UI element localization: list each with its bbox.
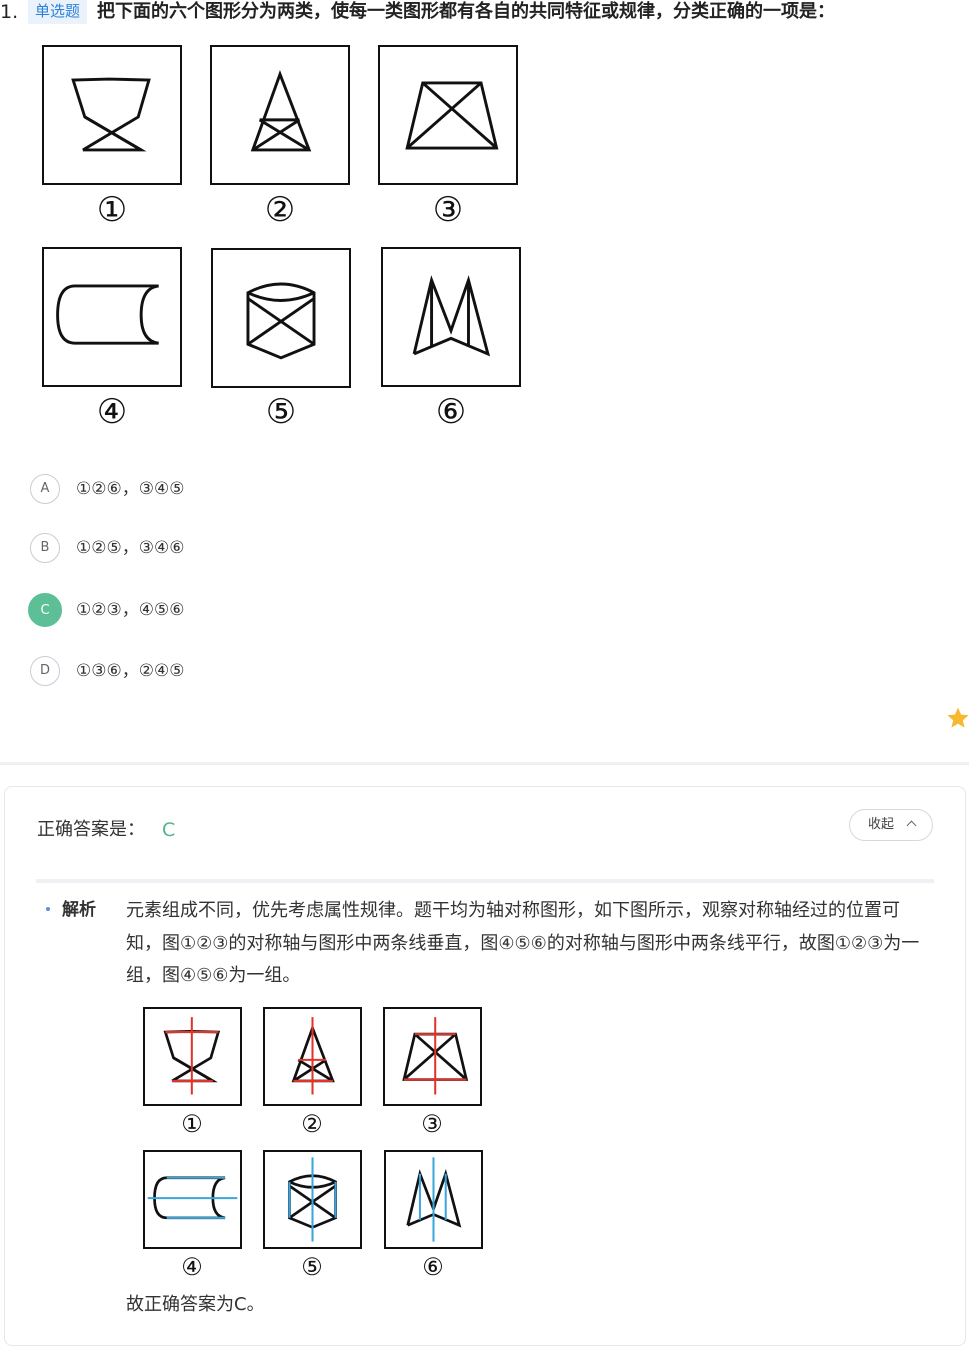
analysis-figure-3 <box>383 1007 482 1106</box>
star-icon[interactable] <box>946 706 969 730</box>
question-type-tag: 单选题 <box>28 0 88 24</box>
trapezoid-cross-shape <box>405 81 499 150</box>
answer-label: 正确答案是： <box>37 819 145 840</box>
analysis-text: 元素组成不同，优先考虑属性规律。题干均为轴对称图形，如下图所示，观察对称轴经过的… <box>126 900 920 986</box>
option-d-text[interactable]: ①③⑥，②④⑤ <box>76 658 184 684</box>
figure-3 <box>378 45 518 185</box>
analysis-figure-2-label: ② <box>301 1110 323 1138</box>
option-c-letter[interactable]: C <box>28 593 62 627</box>
option-d-letter[interactable]: D <box>30 656 60 686</box>
question-text: 把下面的六个图形分为两类，使每一类图形都有各自的共同特征或规律，分类正确的一项是… <box>97 1 835 22</box>
analysis-figure-5-label: ⑤ <box>301 1253 323 1281</box>
bullet-dot <box>46 907 50 911</box>
analysis-figure-6-label: ⑥ <box>422 1253 444 1281</box>
pentagon-bowtie-shape <box>71 77 151 152</box>
answer-value: C <box>162 819 176 841</box>
hexagon-cross-shape <box>246 282 316 360</box>
m-shape <box>412 275 491 357</box>
card-separator <box>36 879 934 883</box>
figure-1 <box>42 45 182 185</box>
figure-1-label: ① <box>96 190 128 230</box>
collapse-button[interactable]: 收起 <box>849 809 933 841</box>
analysis-figure-6 <box>384 1150 483 1249</box>
analysis-figure-4-label: ④ <box>181 1253 203 1281</box>
figure-2-label: ② <box>264 190 296 230</box>
analysis-figure-5 <box>263 1150 362 1249</box>
figure-2 <box>210 45 350 185</box>
collapse-label[interactable]: 收起 <box>868 817 894 832</box>
option-b-letter[interactable]: B <box>30 533 60 563</box>
option-a-letter[interactable]: A <box>30 474 60 504</box>
option-a-text[interactable]: ①②⑥，③④⑤ <box>76 476 184 502</box>
chevron-up-icon <box>906 820 917 831</box>
triangle-cross-shape <box>250 70 312 152</box>
figure-5-label: ⑤ <box>265 392 297 432</box>
figure-3-label: ③ <box>432 190 464 230</box>
figure-4-label: ④ <box>96 392 128 432</box>
analysis-figure-1-label: ① <box>181 1110 203 1138</box>
cylinder-shape <box>56 284 159 345</box>
analysis-figure-4 <box>143 1150 242 1249</box>
figure-5 <box>211 248 351 388</box>
section-divider <box>0 762 969 765</box>
figure-6-label: ⑥ <box>435 392 467 432</box>
analysis-label: 解析 <box>62 900 96 920</box>
analysis-figure-3-label: ③ <box>421 1110 443 1138</box>
figure-4 <box>42 247 182 387</box>
option-b-text[interactable]: ①②⑤，③④⑥ <box>76 535 184 561</box>
figure-6 <box>381 247 521 387</box>
question-number: 1. <box>0 1 19 23</box>
option-c-text[interactable]: ①②③，④⑤⑥ <box>76 597 184 623</box>
analysis-figure-1 <box>143 1007 242 1106</box>
analysis-figure-2 <box>263 1007 362 1106</box>
